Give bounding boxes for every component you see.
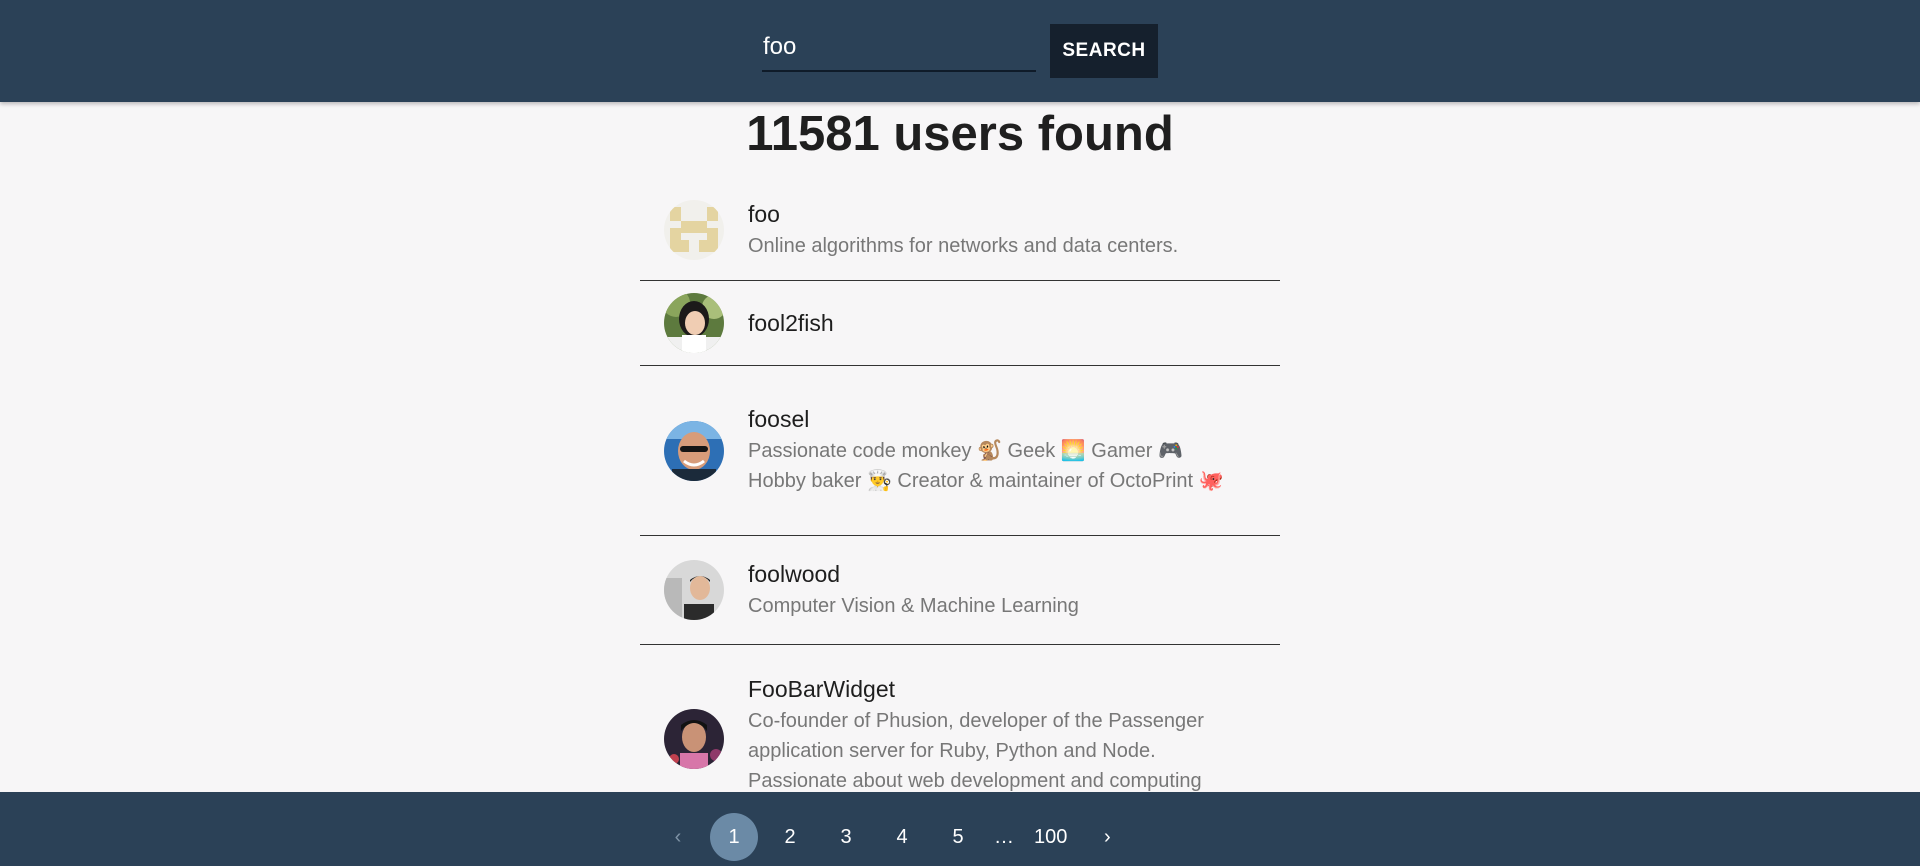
page-button-100[interactable]: 100 [1026,813,1075,861]
user-results-list: foo Online algorithms for networks and d… [640,180,1280,805]
pagination-bar: ‹ 1 2 3 4 5 … 100 › [0,792,1920,866]
chevron-left-icon[interactable]: ‹ [654,813,702,861]
list-item[interactable]: FooBarWidget Co-founder of Phusion, deve… [640,645,1280,805]
page-button-3[interactable]: 3 [822,813,870,861]
chevron-right-icon[interactable]: › [1083,813,1131,861]
user-login[interactable]: fool2fish [748,309,1244,337]
user-bio: Passionate code monkey 🐒 Geek 🌅 Gamer 🎮 … [748,440,1224,492]
search-button[interactable]: SEARCH [1050,24,1158,78]
identicon-avatar [664,200,724,260]
user-photo-avatar [664,709,724,769]
user-login[interactable]: foolwood [748,560,1244,588]
user-bio: Online algorithms for networks and data … [748,234,1179,257]
user-photo-avatar [664,420,724,481]
user-bio: Co-founder of Phusion, developer of the … [748,710,1204,792]
page-button-5[interactable]: 5 [934,813,982,861]
user-photo-avatar [664,560,724,620]
search-input[interactable] [762,26,1036,72]
user-photo-avatar [664,293,724,353]
list-item[interactable]: foo Online algorithms for networks and d… [640,180,1280,281]
results-count-heading: 11581 users found [746,107,1174,161]
list-item[interactable]: foosel Passionate code monkey 🐒 Geek 🌅 G… [640,366,1280,536]
user-bio: Computer Vision & Machine Learning [748,594,1079,617]
list-item[interactable]: foolwood Computer Vision & Machine Learn… [640,536,1280,645]
list-item[interactable]: fool2fish [640,281,1280,366]
top-app-bar: SEARCH [0,0,1920,102]
user-login[interactable]: foo [748,200,1244,228]
pagination-ellipsis: … [994,825,1014,848]
page-button-2[interactable]: 2 [766,813,814,861]
page-button-4[interactable]: 4 [878,813,926,861]
user-login[interactable]: FooBarWidget [748,675,1244,703]
page-button-1[interactable]: 1 [710,813,758,861]
pagination: ‹ 1 2 3 4 5 … 100 › [650,813,1135,861]
user-login[interactable]: foosel [748,405,1244,433]
